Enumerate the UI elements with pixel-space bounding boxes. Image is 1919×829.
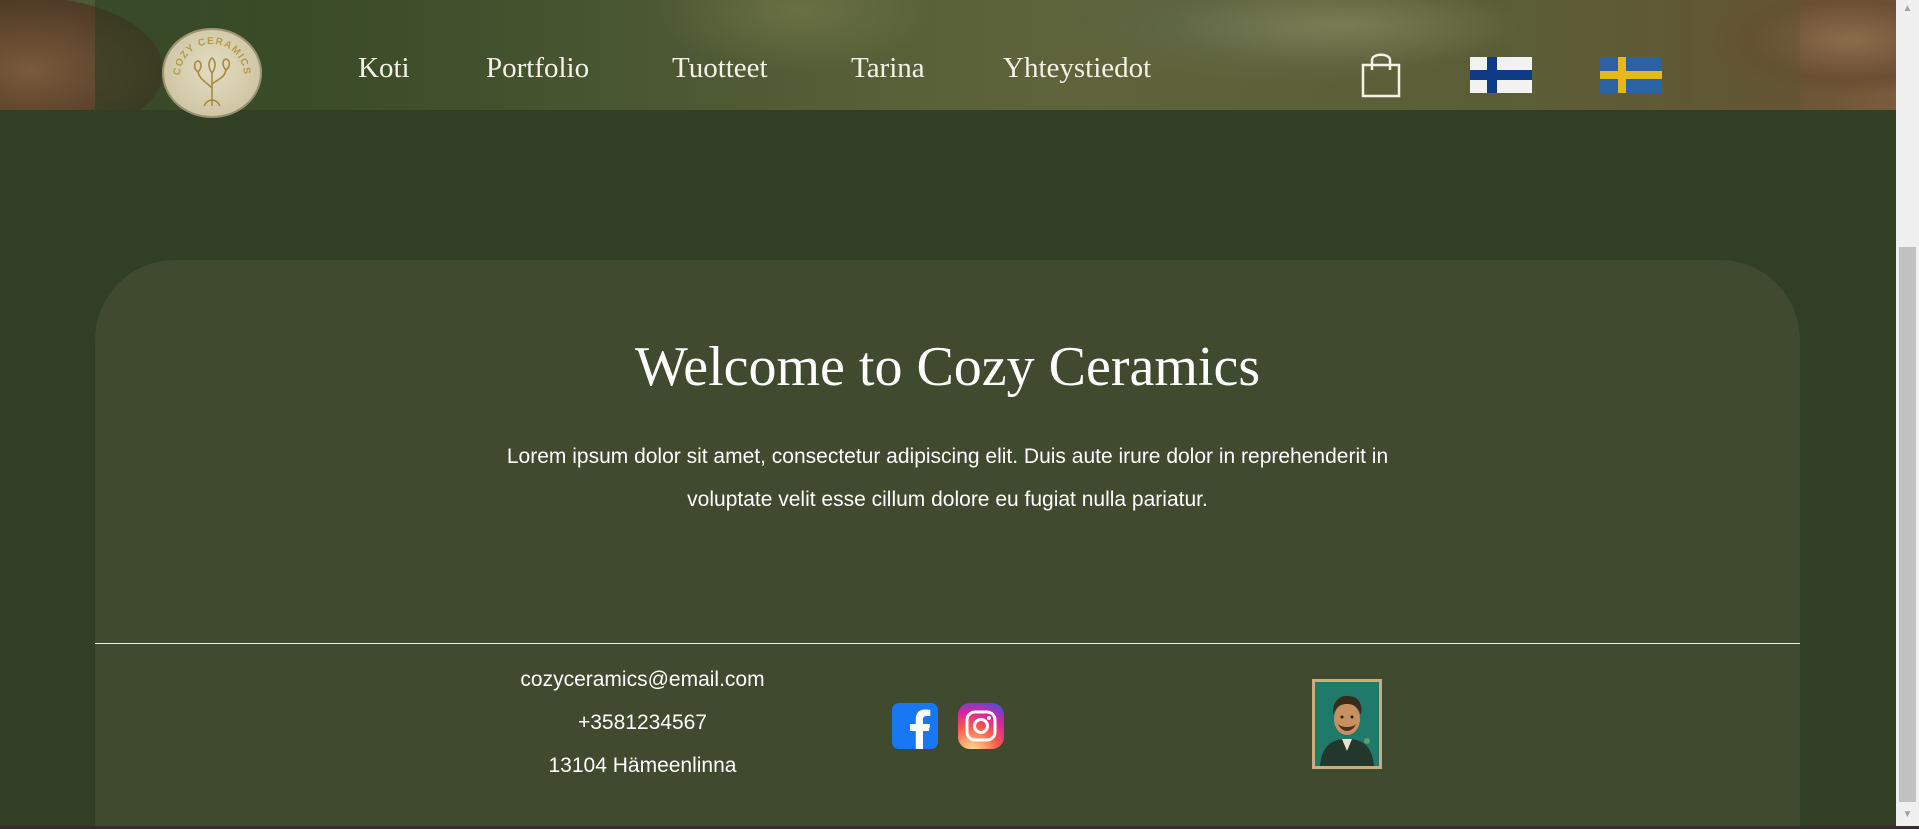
sweden-flag-icon[interactable] — [1600, 57, 1662, 93]
page: COZY CERAMICS Koti Portfolio Tuotteet Ta… — [0, 0, 1896, 829]
scrollbar-thumb[interactable] — [1899, 247, 1916, 802]
instagram-icon[interactable] — [958, 703, 1004, 749]
contact-phone[interactable]: +3581234567 — [415, 711, 870, 735]
nav-yhteystiedot[interactable]: Yhteystiedot — [1003, 52, 1151, 85]
welcome-section: Welcome to Cozy Ceramics Lorem ipsum dol… — [95, 260, 1800, 829]
portrait-image[interactable] — [1312, 679, 1382, 769]
logo-text: COZY CERAMICS — [172, 36, 251, 76]
scroll-down-arrow-icon[interactable]: ▼ — [1896, 806, 1919, 823]
welcome-title: Welcome to Cozy Ceramics — [634, 336, 1261, 398]
vertical-scrollbar[interactable]: ▲ ▼ — [1896, 0, 1919, 829]
logo[interactable]: COZY CERAMICS — [162, 28, 262, 118]
facebook-icon[interactable] — [892, 703, 938, 749]
nav-tarina[interactable]: Tarina — [851, 52, 925, 85]
nav-portfolio[interactable]: Portfolio — [486, 52, 589, 85]
header-banner — [0, 0, 1896, 110]
svg-text:COZY CERAMICS: COZY CERAMICS — [172, 36, 252, 76]
shopping-bag-icon[interactable] — [1360, 50, 1402, 98]
nav-koti[interactable]: Koti — [358, 52, 410, 85]
header-banner-photo — [95, 0, 1800, 110]
contact-email[interactable]: cozyceramics@email.com — [415, 668, 870, 692]
contact-address: 13104 Hämeenlinna — [548, 754, 737, 777]
scroll-up-arrow-icon[interactable]: ▲ — [1896, 0, 1919, 17]
welcome-text: Lorem ipsum dolor sit amet, consectetur … — [506, 445, 1389, 511]
nav-tuotteet[interactable]: Tuotteet — [672, 52, 768, 85]
logo-emblem: COZY CERAMICS — [172, 36, 252, 107]
footer-divider — [95, 643, 1800, 644]
finland-flag-icon[interactable] — [1470, 57, 1532, 93]
